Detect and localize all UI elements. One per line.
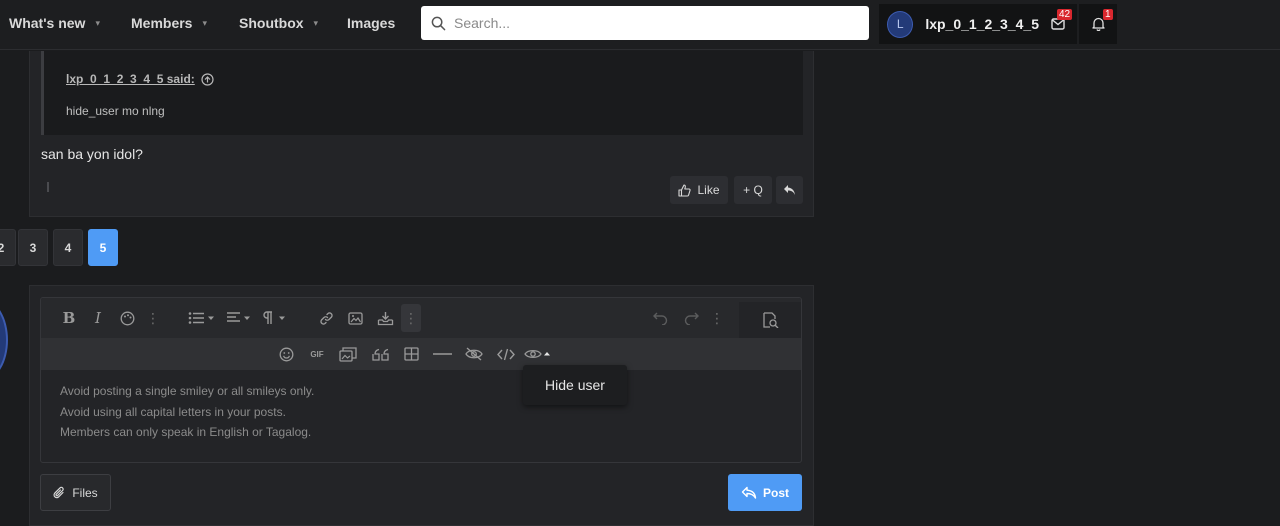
- quote-icon[interactable]: [369, 344, 391, 364]
- quote-block: lxp_0_1_2_3_4_5 said: hide_user mo nlng: [41, 51, 803, 135]
- multi-quote-label: + Q: [743, 183, 763, 197]
- posting-rule-line: Members can only speak in English or Tag…: [60, 425, 312, 439]
- like-label: Like: [697, 183, 720, 197]
- like-button[interactable]: Like: [670, 176, 728, 204]
- username: lxp_0_1_2_3_4_5: [925, 16, 1039, 32]
- editor-placeholder-text[interactable]: Avoid posting a single smiley or all smi…: [60, 381, 314, 443]
- report-flag-icon[interactable]: [47, 182, 49, 192]
- thumbs-up-icon: [678, 183, 692, 197]
- chevron-down-icon[interactable]: ▾: [314, 18, 319, 29]
- multi-quote-button[interactable]: + Q: [734, 176, 772, 204]
- italic-icon[interactable]: I: [88, 308, 108, 328]
- files-label: Files: [72, 485, 98, 500]
- search-box[interactable]: [421, 6, 869, 40]
- more-insert-options-icon[interactable]: ⋮: [401, 304, 421, 332]
- gallery-icon[interactable]: [337, 344, 359, 364]
- undo-icon[interactable]: [650, 308, 670, 328]
- nav-members[interactable]: Members ▾: [131, 0, 207, 46]
- nav-members-label: Members: [131, 15, 193, 31]
- page-3-button[interactable]: 3: [18, 229, 48, 266]
- messages-count-badge: 42: [1057, 9, 1073, 20]
- paperclip-icon: [53, 486, 65, 498]
- nav-shoutbox-label: Shoutbox: [239, 15, 304, 31]
- hide-user-tooltip: Hide user: [523, 365, 627, 405]
- hide-user-icon[interactable]: [523, 344, 553, 364]
- top-navigation-bar: What's new ▾ Members ▾ Shoutbox ▾ Images…: [0, 0, 1280, 50]
- post-body-text: san ba yon idol?: [41, 146, 143, 162]
- page-2-button[interactable]: 2: [0, 229, 16, 266]
- alerts-button[interactable]: 1: [1079, 4, 1117, 44]
- editor-toolbar-primary: B I ⋮ ⋮ ⋮: [41, 298, 801, 338]
- nav-shoutbox[interactable]: Shoutbox ▾: [239, 0, 318, 46]
- nav-whats-new-label: What's new: [9, 15, 86, 31]
- quote-author-link[interactable]: lxp_0_1_2_3_4_5 said:: [66, 72, 214, 86]
- posting-rule-line: Avoid posting a single smiley or all smi…: [60, 384, 315, 398]
- chevron-down-icon[interactable]: ▾: [95, 18, 100, 29]
- reply-button[interactable]: [776, 176, 803, 204]
- attach-files-button[interactable]: Files: [40, 474, 111, 511]
- avatar[interactable]: L: [887, 10, 914, 38]
- paragraph-icon[interactable]: [260, 308, 290, 328]
- horizontal-line-icon[interactable]: [431, 344, 453, 364]
- rich-text-editor[interactable]: B I ⋮ ⋮ ⋮ GIF Avoid posting a single smi…: [40, 297, 802, 463]
- post-reply-button[interactable]: Post: [728, 474, 802, 511]
- link-icon[interactable]: [316, 308, 336, 328]
- palette-icon[interactable]: [117, 308, 137, 328]
- post-label: Post: [762, 485, 789, 500]
- quote-author-label: lxp_0_1_2_3_4_5 said:: [66, 72, 195, 86]
- preview-icon[interactable]: [739, 302, 801, 338]
- list-icon[interactable]: [185, 308, 219, 328]
- smiley-icon[interactable]: [276, 344, 296, 364]
- user-menu[interactable]: L lxp_0_1_2_3_4_5: [879, 4, 1039, 44]
- search-icon: [431, 16, 446, 30]
- quote-text: hide_user mo nlng: [66, 104, 165, 118]
- nav-whats-new[interactable]: What's new ▾: [9, 0, 100, 46]
- reply-icon: [741, 486, 757, 499]
- spoiler-icon[interactable]: [463, 344, 485, 364]
- page-4-button[interactable]: 4: [53, 229, 83, 266]
- table-icon[interactable]: [401, 344, 421, 364]
- reply-icon: [784, 185, 795, 195]
- chevron-down-icon[interactable]: ▾: [202, 18, 207, 29]
- alerts-count-badge: 1: [1103, 9, 1113, 20]
- messages-button[interactable]: 42: [1039, 4, 1077, 44]
- image-icon[interactable]: [345, 308, 365, 328]
- nav-images[interactable]: Images: [347, 0, 395, 46]
- posting-rule-line: Avoid using all capital letters in your …: [60, 404, 286, 419]
- reply-user-avatar[interactable]: [0, 300, 8, 380]
- editor-toolbar-secondary: GIF: [41, 338, 801, 370]
- bold-icon[interactable]: B: [59, 308, 79, 328]
- more-history-options-icon[interactable]: ⋮: [707, 308, 727, 328]
- redo-icon[interactable]: [681, 308, 701, 328]
- post-message: lxp_0_1_2_3_4_5 said: hide_user mo nlng …: [29, 51, 814, 217]
- search-input[interactable]: [454, 15, 854, 31]
- code-icon[interactable]: [495, 344, 517, 364]
- insert-media-icon[interactable]: [374, 308, 396, 328]
- page-5-button-current[interactable]: 5: [88, 229, 118, 266]
- align-icon[interactable]: [224, 308, 254, 328]
- arrow-up-circle-icon[interactable]: [201, 72, 214, 86]
- gif-icon[interactable]: GIF: [306, 344, 328, 364]
- more-options-icon[interactable]: ⋮: [143, 308, 163, 328]
- nav-images-label: Images: [347, 15, 396, 31]
